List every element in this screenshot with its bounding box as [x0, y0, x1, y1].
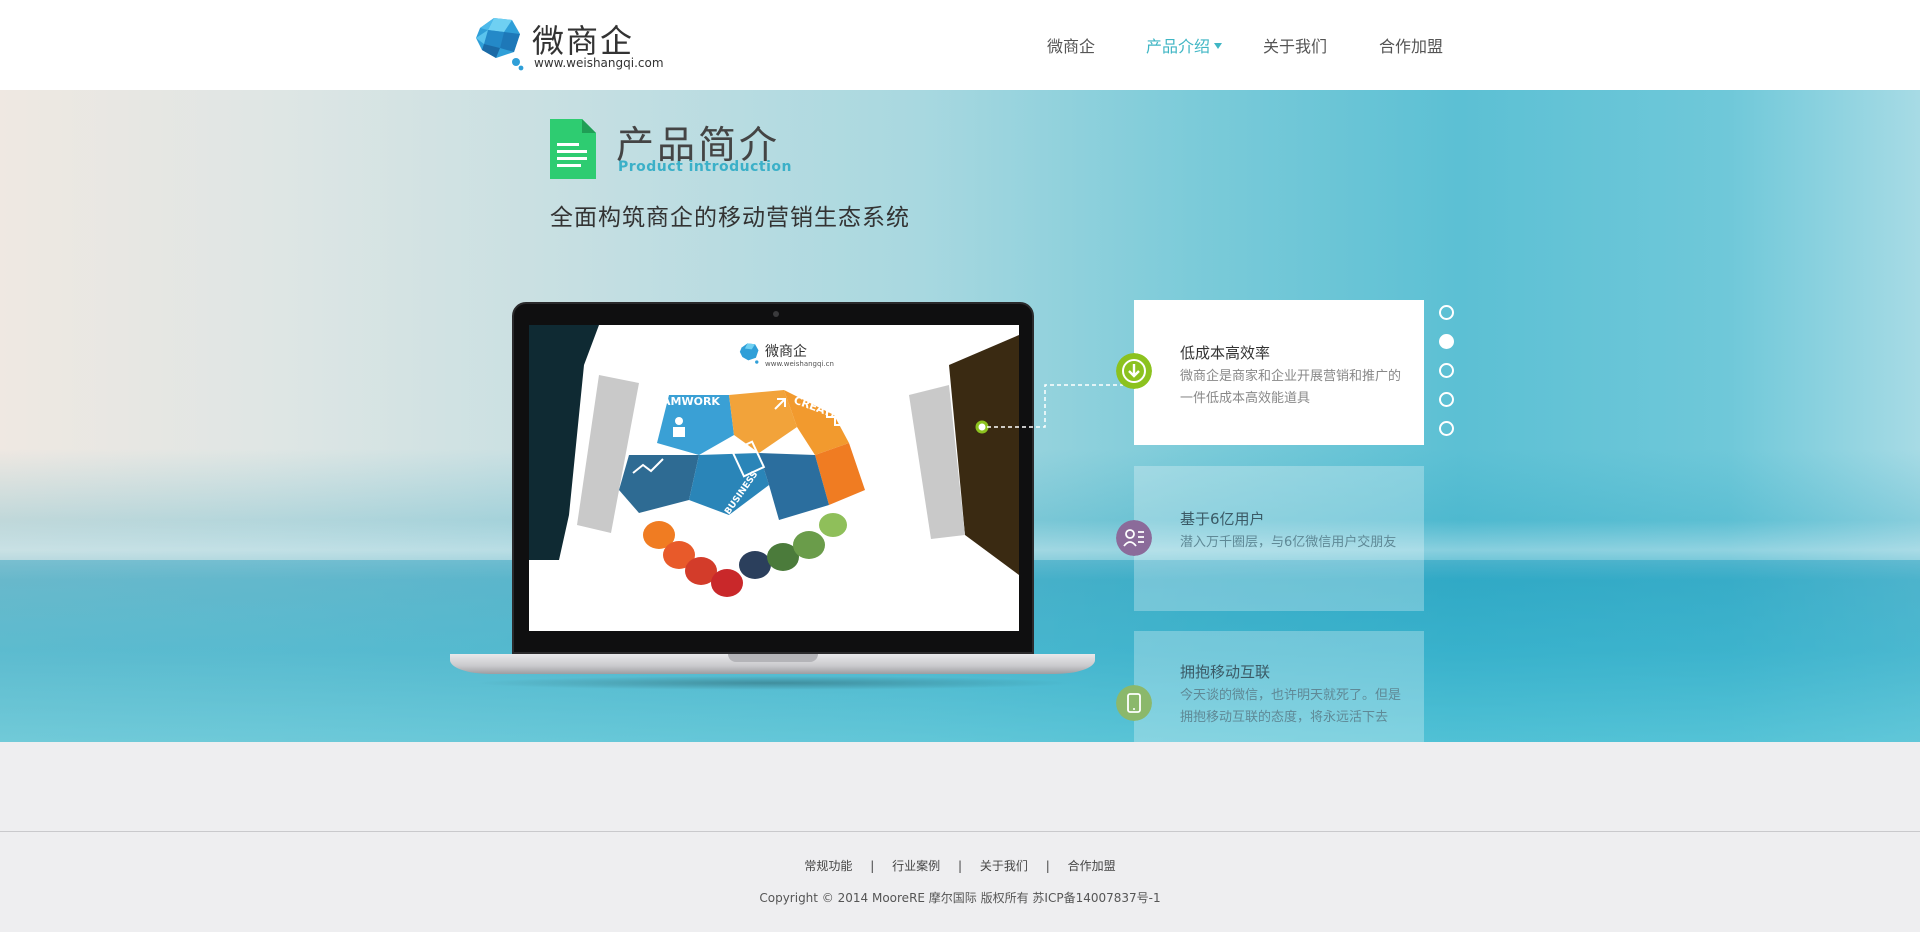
screen-logo-url: www.weishangqi.cn — [765, 360, 834, 368]
laptop-illustration: TEAMWORK CREATIVE IDEA BUSINESS 微商企 www.… — [450, 302, 1095, 694]
site-header: 微商企 www.weishangqi.com 微商企 产品介绍 关于我们 合作加… — [0, 0, 1920, 90]
footer-separator: | — [870, 859, 875, 873]
product-banner: 产品简介 Product introduction 全面构筑商企的移动营销生态系… — [0, 90, 1920, 742]
footer-link-about[interactable]: 关于我们 — [980, 857, 1028, 874]
puzzle-label-idea: IDEA — [869, 443, 899, 456]
feature-connector-line — [975, 384, 1123, 434]
laptop-notch — [728, 654, 818, 662]
feature-description: 今天谈的微信，也许明天就死了。但是拥抱移动互联的态度，将永远活下去 — [1180, 688, 1402, 725]
feature-title: 基于6亿用户 — [1180, 510, 1265, 528]
footer-link-join[interactable]: 合作加盟 — [1068, 857, 1116, 874]
nav-item-products-label: 产品介绍 — [1146, 37, 1211, 56]
nav-item-about[interactable]: 关于我们 — [1263, 33, 1327, 57]
caret-down-icon — [1214, 43, 1223, 49]
footer-separator: | — [957, 859, 963, 873]
slide-dot-2[interactable] — [1439, 334, 1454, 349]
feature-title: 拥抱移动互联 — [1180, 663, 1271, 681]
footer-link-features[interactable]: 常规功能 — [804, 857, 852, 874]
banner-tagline: 全面构筑商企的移动营销生态系统 — [550, 205, 910, 231]
phone-icon — [1116, 685, 1152, 721]
nav-item-products[interactable]: 产品介绍 — [1146, 33, 1223, 57]
laptop-shadow — [470, 676, 1075, 690]
screen-logo-title: 微商企 — [765, 344, 807, 360]
footer-links: 常规功能 | 行业案例 | 关于我们 | 合作加盟 — [0, 857, 1920, 874]
footer-separator: | — [1045, 859, 1050, 873]
screen-gem-icon — [739, 343, 759, 364]
nav-item-join[interactable]: 合作加盟 — [1379, 33, 1443, 57]
laptop-camera — [773, 311, 779, 317]
feature-description: 潜入万千圈层，与6亿微信用户交朋友 — [1180, 535, 1397, 550]
screen-logo: 微商企 www.weishangqi.cn — [739, 341, 839, 371]
main-nav: 微商企 产品介绍 关于我们 合作加盟 — [0, 33, 1920, 57]
feature-card-low-cost[interactable]: 低成本高效率 微商企是商家和企业开展营销和推广的一件低成本高效能道具 — [1134, 300, 1424, 445]
feature-title: 低成本高效率 — [1180, 344, 1271, 362]
document-icon — [550, 119, 596, 179]
slide-dot-5[interactable] — [1439, 421, 1454, 436]
puzzle-label-teamwork: TEAMWORK — [647, 395, 720, 408]
download-icon — [1116, 353, 1152, 389]
logo-url: www.weishangqi.com — [534, 56, 664, 70]
laptop-lid: TEAMWORK CREATIVE IDEA BUSINESS 微商企 www.… — [512, 302, 1034, 654]
footer-link-cases[interactable]: 行业案例 — [892, 857, 940, 874]
footer-copyright: Copyright © 2014 MooreRE 摩尔国际 版权所有 苏ICP备… — [759, 891, 1161, 905]
footer-divider — [0, 831, 1920, 832]
slide-dot-1[interactable] — [1439, 305, 1454, 320]
slide-dot-3[interactable] — [1439, 363, 1454, 378]
feature-description: 微商企是商家和企业开展营销和推广的一件低成本高效能道具 — [1180, 369, 1402, 406]
section-subtitle: Product introduction — [618, 159, 792, 175]
feature-card-user-base[interactable]: 基于6亿用户 潜入万千圈层，与6亿微信用户交朋友 — [1134, 466, 1424, 611]
laptop-screen: TEAMWORK CREATIVE IDEA BUSINESS 微商企 www.… — [529, 325, 1019, 631]
nav-item-home[interactable]: 微商企 — [1047, 33, 1095, 57]
slide-dot-4[interactable] — [1439, 392, 1454, 407]
user-list-icon — [1116, 520, 1152, 556]
feature-card-mobile[interactable]: 拥抱移动互联 今天谈的微信，也许明天就死了。但是拥抱移动互联的态度，将永远活下去 — [1134, 631, 1424, 742]
